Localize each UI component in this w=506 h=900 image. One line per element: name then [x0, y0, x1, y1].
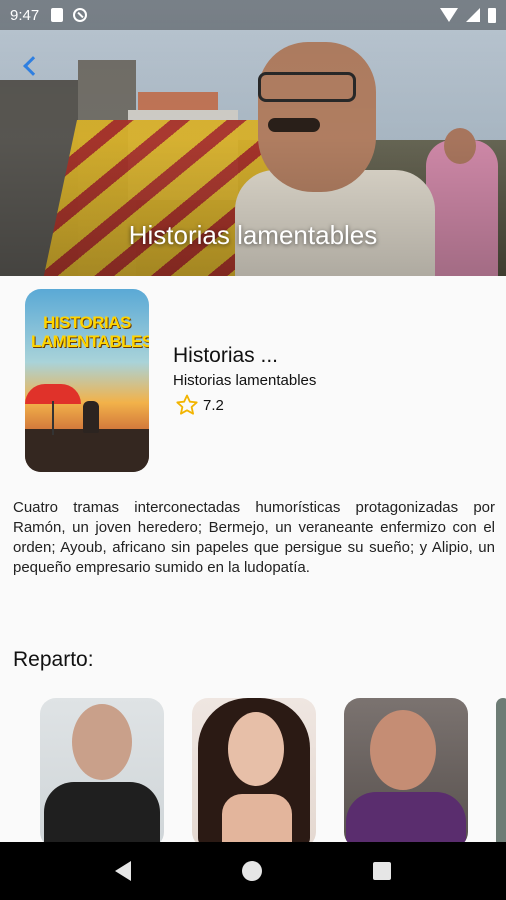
- back-arrow-icon: [23, 56, 43, 76]
- cast-member-card[interactable]: [496, 698, 506, 848]
- status-bar: 9:47: [0, 0, 506, 30]
- cast-member-card[interactable]: [344, 698, 468, 848]
- movie-overview: Cuatro tramas interconectadas humorístic…: [13, 499, 495, 576]
- star-icon: [176, 394, 198, 415]
- cast-heading: Reparto:: [13, 648, 94, 671]
- rating: 7.2: [175, 393, 224, 417]
- cast-photo: [228, 712, 284, 786]
- rating-value: 7.2: [203, 396, 224, 414]
- sd-card-icon: [51, 8, 64, 22]
- cast-member-card[interactable]: [40, 698, 164, 848]
- cast-member-card[interactable]: [192, 698, 316, 848]
- wifi-icon: [440, 8, 458, 22]
- movie-poster: HISTORIAS LAMENTABLES: [25, 289, 149, 472]
- status-time: 9:47: [10, 6, 40, 24]
- movie-detail-screen: 9:47 Historias lamentables HISTORIAS LAM…: [0, 0, 506, 900]
- movie-title: Historias ...: [173, 344, 279, 367]
- nav-back-icon[interactable]: [115, 861, 132, 881]
- cast-photo: [72, 704, 132, 780]
- signal-icon: [466, 8, 480, 22]
- poster-title-art: HISTORIAS LAMENTABLES: [31, 313, 149, 351]
- nav-recents-icon[interactable]: [372, 862, 391, 880]
- hero-title: Historias lamentables: [128, 220, 378, 250]
- system-navigation-bar: [0, 842, 506, 900]
- back-button[interactable]: [12, 48, 48, 84]
- cast-photo: [370, 710, 436, 790]
- battery-icon: [488, 7, 496, 23]
- data-saver-icon: [73, 8, 88, 22]
- nav-home-icon[interactable]: [241, 861, 262, 881]
- movie-original-title: Historias lamentables: [173, 372, 317, 389]
